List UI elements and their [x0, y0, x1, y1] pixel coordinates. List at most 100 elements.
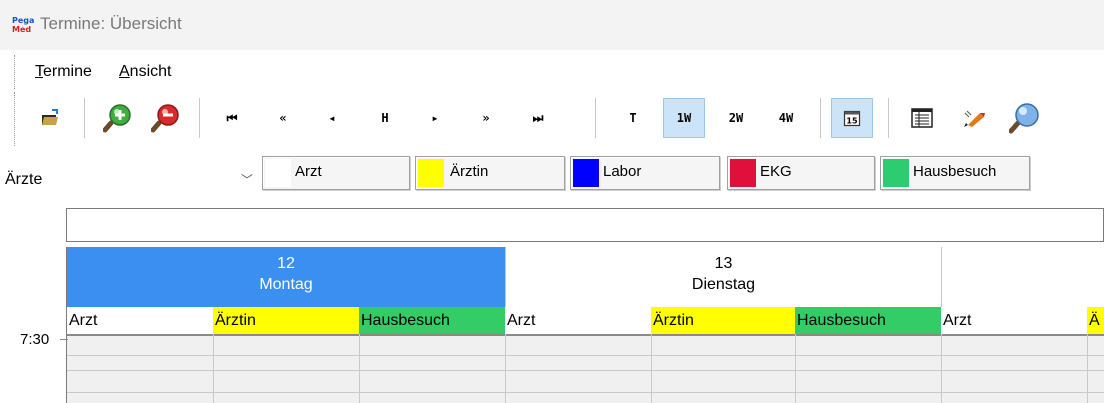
toolbar-separator	[595, 98, 596, 138]
legend-swatch-aerztin	[418, 159, 444, 187]
toolbar-separator	[820, 98, 821, 138]
legend-labor: Labor	[570, 156, 720, 190]
menu-ansicht-mnemonic: A	[119, 63, 130, 80]
grid-line	[67, 355, 1104, 356]
time-label-730: 7:30	[20, 331, 50, 348]
category-select-value: Ärzte	[5, 171, 43, 188]
search-button[interactable]	[1008, 98, 1042, 138]
legend-label-hausbesuch: Hausbesuch	[913, 163, 997, 180]
menu-termine-label: ermine	[43, 63, 92, 80]
pen-icon	[964, 110, 985, 127]
zoom-in-icon	[103, 104, 131, 133]
legend-label-aerztin: Ärztin	[450, 163, 489, 180]
legend-aerztin: Ärztin	[415, 156, 565, 190]
nav-today-button[interactable]: H	[372, 98, 398, 138]
nav-back-fast-icon: «	[279, 111, 287, 125]
legend-swatch-arzt	[265, 159, 291, 187]
zoom-out-button[interactable]	[149, 98, 183, 138]
view-1-week-button[interactable]: 1W	[663, 98, 705, 138]
list-view-button[interactable]	[908, 98, 936, 138]
legend-label-arzt: Arzt	[295, 163, 322, 180]
list-icon	[911, 108, 933, 128]
view-2-weeks-label: 2W	[728, 111, 744, 125]
column-header-aerztin[interactable]: Ärztin	[651, 307, 795, 334]
nav-last-button[interactable]: ⏭	[523, 98, 553, 138]
legend-arzt: Arzt	[262, 156, 410, 190]
day-separator	[941, 247, 942, 307]
view-day-label: T	[629, 111, 637, 125]
calendar-icon: 15	[843, 110, 861, 127]
day-date: 12	[277, 255, 295, 272]
folder-icon	[42, 109, 58, 125]
time-tick	[60, 339, 68, 340]
column-header-arzt[interactable]: Arzt	[67, 307, 213, 334]
day-header-12[interactable]: 12 Montag	[67, 247, 505, 307]
menu-termine[interactable]: Termine	[35, 63, 92, 81]
day-header-13[interactable]: 13 Dienstag	[506, 247, 941, 307]
nav-back-fast-button[interactable]: «	[270, 98, 296, 138]
calendar-name-field[interactable]	[66, 208, 1104, 242]
day-weekday: Montag	[259, 276, 313, 293]
toolbar-separator	[199, 98, 200, 138]
grid-line	[651, 334, 652, 403]
nav-forward-icon: ▸	[431, 111, 439, 125]
legend-swatch-hausbesuch	[883, 159, 909, 187]
legend-ekg: EKG	[727, 156, 875, 190]
legend-swatch-labor	[573, 159, 599, 187]
calendar-day-button[interactable]: 15	[831, 98, 873, 138]
menu-ansicht-label: nsicht	[129, 63, 172, 80]
column-header-arzt[interactable]: Arzt	[505, 307, 651, 334]
grid-line	[1087, 334, 1088, 403]
grid-line	[359, 334, 360, 403]
category-select[interactable]: Ärzte ﹀	[5, 164, 255, 192]
nav-first-button[interactable]: ⏮	[219, 98, 245, 138]
logo-line-1: Pega	[12, 16, 35, 25]
column-header-hausbesuch[interactable]: Hausbesuch	[359, 307, 505, 334]
legend-label-labor: Labor	[603, 163, 642, 180]
zoom-out-icon	[151, 104, 179, 133]
nav-forward-fast-icon: »	[482, 111, 490, 125]
legend-label-ekg: EKG	[760, 163, 792, 180]
menu-ansicht[interactable]: Ansicht	[119, 63, 171, 81]
toolbar-separator	[84, 98, 85, 138]
nav-forward-button[interactable]: ▸	[422, 98, 448, 138]
column-header-arzt[interactable]: Arzt	[941, 307, 1087, 334]
window-title: Termine: Übersicht	[40, 14, 182, 33]
view-4-weeks-button[interactable]: 4W	[770, 98, 802, 138]
chevron-down-icon: ﹀	[241, 173, 254, 187]
grid-line	[213, 334, 214, 403]
column-header-aerztin[interactable]: Ärztin	[213, 307, 359, 334]
day-date: 13	[714, 255, 733, 272]
column-header-aerztin[interactable]: Ä	[1087, 307, 1104, 334]
toolbar-separator	[888, 98, 889, 138]
day-weekday: Dienstag	[691, 276, 756, 293]
legend-swatch-ekg	[730, 159, 756, 187]
view-day-button[interactable]: T	[620, 98, 646, 138]
grid-line	[505, 334, 506, 403]
menu-bar: Termine Ansicht	[14, 55, 1104, 89]
column-header-hausbesuch[interactable]: Hausbesuch	[795, 307, 941, 334]
title-bar: Pega Med Termine: Übersicht	[0, 0, 1104, 50]
nav-last-icon: ⏭	[532, 110, 544, 125]
view-2-weeks-button[interactable]: 2W	[720, 98, 752, 138]
grid-line	[67, 370, 1104, 371]
calendar-icon-day: 15	[846, 117, 858, 126]
open-folder-button[interactable]	[37, 98, 65, 138]
legend-hausbesuch: Hausbesuch	[880, 156, 1030, 190]
logo-line-2: Med	[12, 25, 32, 34]
grid-line	[795, 334, 796, 403]
app-logo: Pega Med	[12, 16, 34, 36]
toolbar: ⏮ « ◂ H ▸ » ⏭ T 1W 2W 4W 15	[14, 92, 1104, 146]
menu-termine-mnemonic: T	[35, 63, 43, 80]
edit-button[interactable]	[960, 98, 988, 138]
view-1-week-label: 1W	[676, 111, 692, 125]
nav-back-icon: ◂	[328, 111, 336, 125]
view-4-weeks-label: 4W	[778, 111, 794, 125]
zoom-in-button[interactable]	[101, 98, 135, 138]
grid-line	[941, 334, 942, 403]
header-divider	[67, 334, 1104, 336]
nav-forward-fast-button[interactable]: »	[473, 98, 499, 138]
nav-back-button[interactable]: ◂	[319, 98, 345, 138]
nav-today-label: H	[381, 111, 389, 125]
search-icon	[1009, 103, 1039, 134]
